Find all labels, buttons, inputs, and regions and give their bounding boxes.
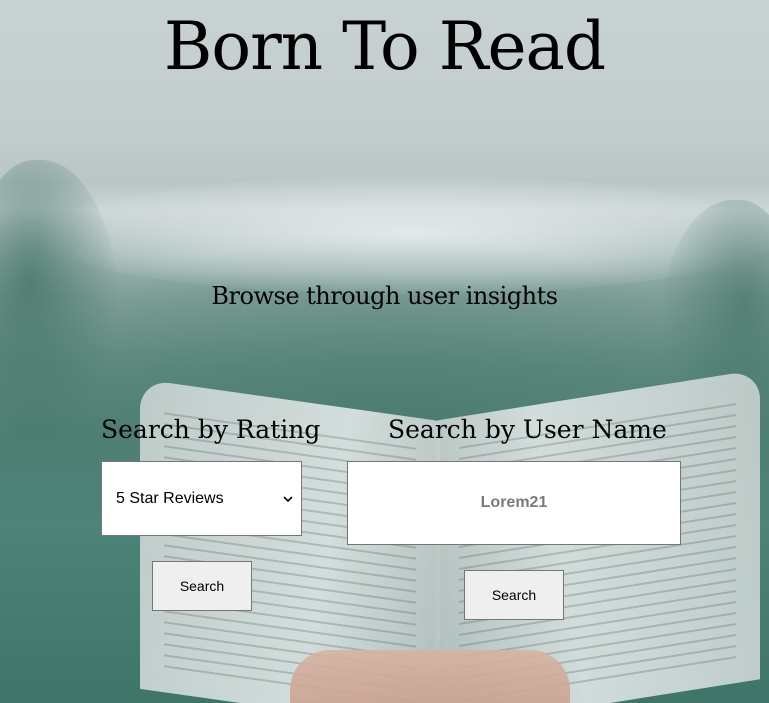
user-search-label: Search by User Name — [388, 415, 667, 444]
page-title: Born To Read — [163, 8, 606, 85]
rating-select[interactable]: 5 Star Reviews — [101, 461, 302, 536]
rating-search-label: Search by Rating — [101, 415, 321, 444]
page: Born To Read Browse through user insight… — [0, 0, 769, 703]
user-search-button[interactable]: Search — [464, 570, 564, 620]
rating-select-value: 5 Star Reviews — [116, 489, 224, 507]
rating-search-button[interactable]: Search — [152, 561, 252, 611]
chevron-down-icon — [283, 495, 293, 502]
background-hand — [290, 650, 570, 703]
username-search-input[interactable] — [347, 461, 681, 545]
page-subtitle: Browse through user insights — [211, 282, 558, 310]
background-image — [0, 0, 769, 703]
